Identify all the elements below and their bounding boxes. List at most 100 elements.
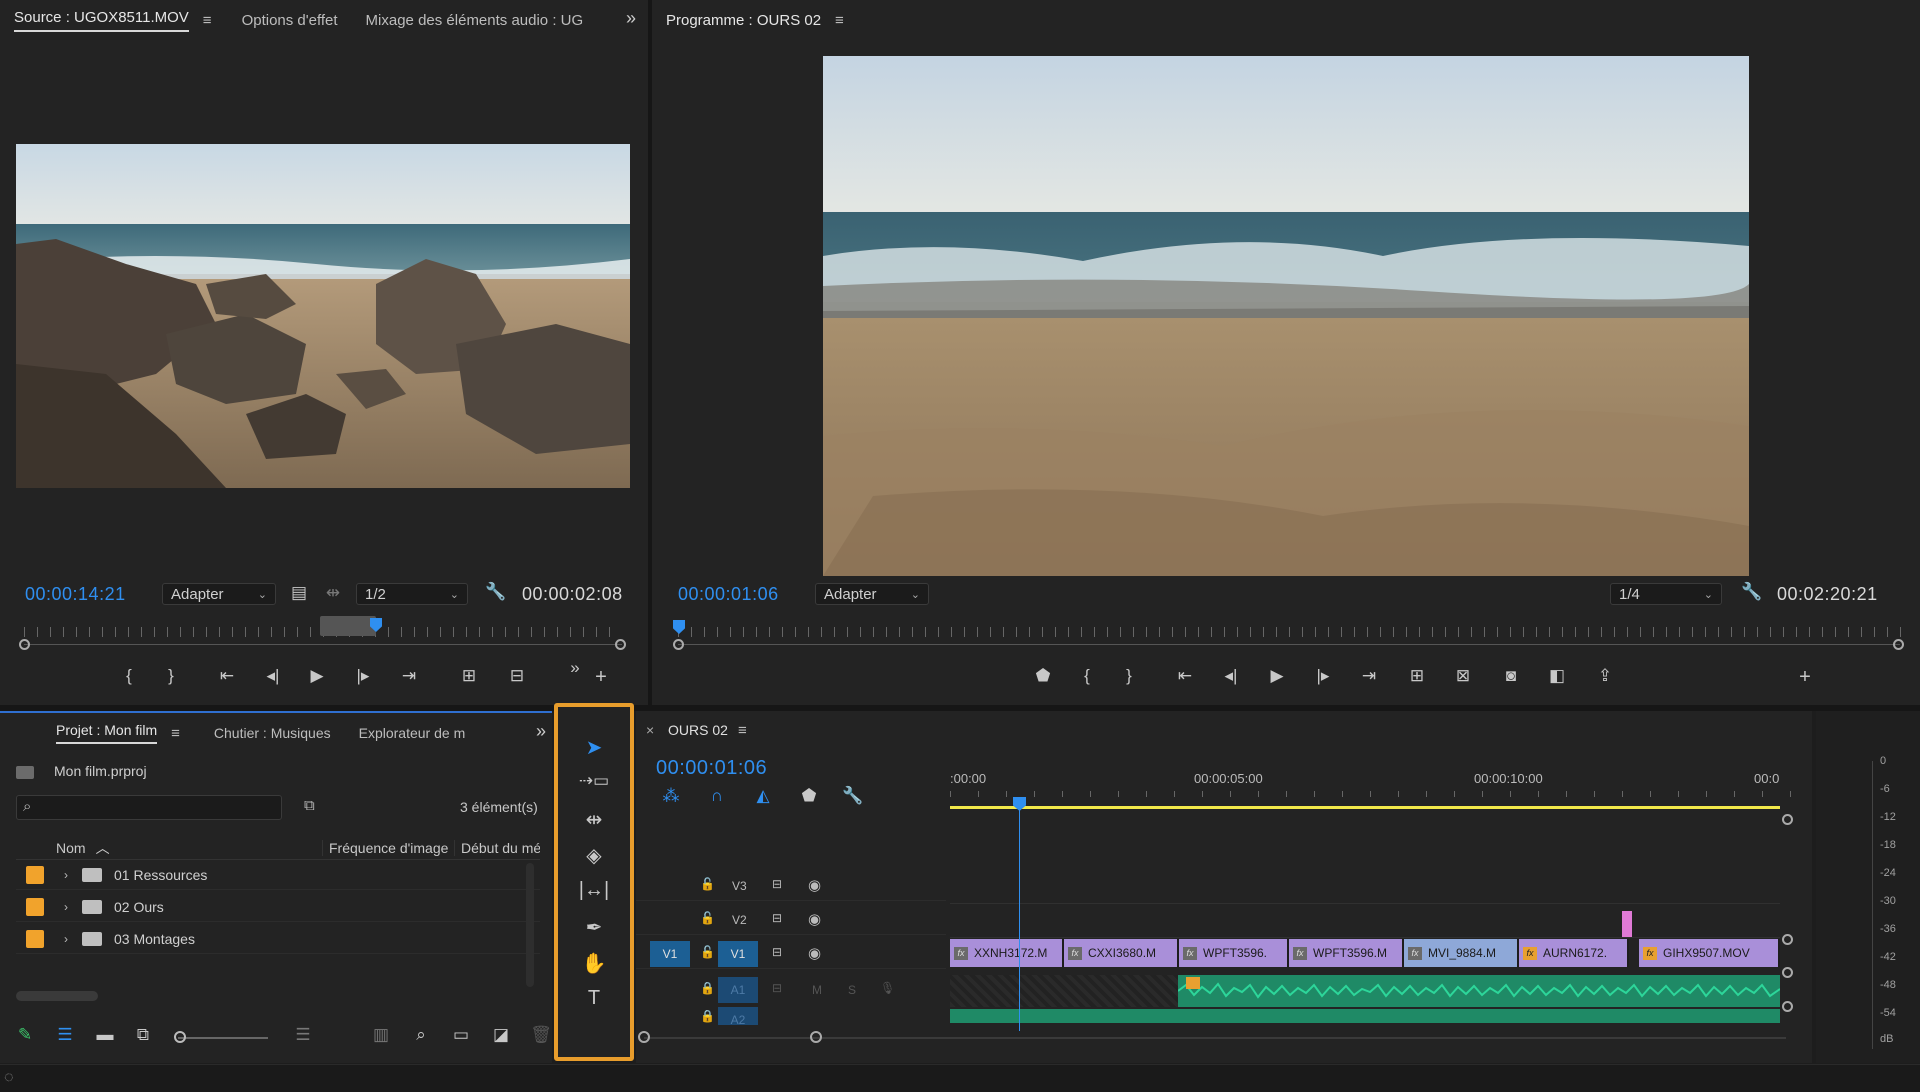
slip-tool-icon[interactable]: |↔| bbox=[564, 879, 624, 902]
mark-in-icon[interactable]: { bbox=[1076, 666, 1098, 686]
tab-bin-musiques[interactable]: Chutier : Musiques bbox=[214, 725, 331, 741]
overwrite-icon[interactable]: ⊟ bbox=[506, 666, 528, 686]
tab-media-browser[interactable]: Explorateur de m bbox=[359, 725, 466, 741]
clip-xxnh3172[interactable]: fx XXNH3172.M bbox=[950, 939, 1064, 967]
panel-overflow-icon[interactable]: » bbox=[626, 8, 636, 29]
sync-lock-icon[interactable]: ⊟ bbox=[772, 945, 782, 959]
sync-lock-icon[interactable]: ⊟ bbox=[772, 911, 782, 925]
add-marker-icon[interactable]: ⬟ bbox=[1032, 666, 1054, 686]
tab-audio-mixer[interactable]: Mixage des éléments audio : UG bbox=[366, 12, 584, 29]
go-to-in-icon[interactable]: ⇤ bbox=[216, 666, 238, 686]
timeline-menu-icon[interactable]: ≡ bbox=[738, 722, 747, 739]
lock-icon[interactable]: 🔓 bbox=[700, 945, 715, 959]
track-label-a1[interactable]: A1 bbox=[718, 977, 758, 1003]
track-label-v1[interactable]: V1 bbox=[718, 941, 758, 967]
source-panel-menu-icon[interactable]: ≡ bbox=[203, 12, 212, 29]
export-frame-camera-icon[interactable]: ◙ bbox=[1500, 666, 1522, 686]
program-panel-menu-icon[interactable]: ≡ bbox=[835, 12, 844, 29]
timeline-playhead-line[interactable] bbox=[1019, 803, 1020, 1031]
chevron-right-icon[interactable]: › bbox=[64, 932, 68, 946]
eye-icon[interactable]: ◉ bbox=[808, 944, 821, 962]
timeline-scroll-start-handle[interactable] bbox=[638, 1031, 650, 1043]
linked-selection-icon[interactable]: ◭ bbox=[752, 786, 774, 806]
step-back-icon[interactable]: ◂| bbox=[262, 666, 284, 686]
project-panel-menu-icon[interactable]: ≡ bbox=[171, 725, 180, 742]
vertical-zoom-handle[interactable] bbox=[1782, 934, 1793, 945]
clip-aurn6172[interactable]: fx AURN6172. bbox=[1519, 939, 1629, 967]
add-button-icon[interactable]: + bbox=[590, 666, 612, 689]
project-horizontal-scrollbar[interactable] bbox=[16, 991, 98, 1001]
solo-button[interactable]: S bbox=[848, 983, 856, 997]
source-in-out-range[interactable] bbox=[320, 616, 376, 636]
program-fit-dropdown[interactable]: Adapter ⌄ bbox=[815, 583, 929, 605]
program-settings-wrench-icon[interactable]: 🔧 bbox=[1741, 582, 1763, 602]
mark-out-icon[interactable]: } bbox=[1118, 666, 1140, 686]
mark-in-icon[interactable]: { bbox=[118, 666, 140, 686]
zoom-slider-handle[interactable] bbox=[174, 1031, 186, 1043]
lift-icon[interactable]: ⊞ bbox=[1406, 666, 1428, 686]
v2-marker-clip[interactable] bbox=[1622, 911, 1632, 937]
track-label-v3[interactable]: V3 bbox=[732, 879, 747, 893]
clip-wpft3596-b[interactable]: fx WPFT3596.M bbox=[1289, 939, 1404, 967]
snap-magnet-icon[interactable]: ∩ bbox=[706, 786, 728, 806]
lock-icon[interactable]: 🔒 bbox=[700, 1009, 715, 1023]
timeline-timecode[interactable]: 00:00:01:06 bbox=[656, 757, 767, 780]
source-zoom-end-handle[interactable] bbox=[615, 639, 626, 650]
new-bin-icon[interactable]: ▭ bbox=[450, 1025, 472, 1045]
timeline-settings-wrench-icon[interactable]: 🔧 bbox=[842, 786, 864, 806]
tab-project[interactable]: Projet : Mon film bbox=[56, 722, 158, 744]
tab-program[interactable]: Programme : OURS 02 bbox=[666, 12, 821, 29]
label-color-swatch[interactable] bbox=[26, 897, 44, 916]
new-search-bin-icon[interactable]: ⧉ bbox=[304, 797, 315, 814]
clip-mvi9884[interactable]: fx MVI_9884.M bbox=[1404, 939, 1519, 967]
eye-icon[interactable]: ◉ bbox=[808, 876, 821, 894]
automate-to-sequence-icon[interactable]: ▥ bbox=[370, 1025, 392, 1045]
sync-lock-icon[interactable]: ⊟ bbox=[772, 877, 782, 891]
source-resolution-dropdown[interactable]: 1/2 ⌄ bbox=[356, 583, 468, 605]
razor-tool-icon[interactable]: ◈ bbox=[564, 843, 624, 868]
zoom-slider[interactable] bbox=[178, 1037, 268, 1039]
program-scrub-track[interactable] bbox=[678, 644, 1900, 645]
tab-source[interactable]: Source : UGOX8511.MOV bbox=[14, 9, 189, 32]
vertical-zoom-handle[interactable] bbox=[1782, 1001, 1793, 1012]
audio-clip-a2[interactable] bbox=[950, 1009, 1780, 1023]
go-to-out-icon[interactable]: ⇥ bbox=[1358, 666, 1380, 686]
track-label-v2[interactable]: V2 bbox=[732, 913, 747, 927]
list-item[interactable]: › 01 Ressources bbox=[16, 860, 540, 890]
play-icon[interactable]: ▶ bbox=[306, 666, 328, 686]
mark-out-icon[interactable]: } bbox=[160, 666, 182, 686]
comparison-view-icon[interactable]: ◧ bbox=[1546, 666, 1568, 686]
label-color-swatch[interactable] bbox=[26, 865, 44, 884]
go-to-out-icon[interactable]: ⇥ bbox=[398, 666, 420, 686]
selection-tool-icon[interactable]: ➤ bbox=[564, 735, 624, 760]
label-color-swatch[interactable] bbox=[26, 929, 44, 948]
safe-margins-icon[interactable]: ▤ bbox=[288, 583, 310, 603]
add-button-icon[interactable]: + bbox=[1794, 666, 1816, 689]
audio-clip-a1[interactable] bbox=[1177, 975, 1781, 1007]
insert-nest-icon[interactable]: ⁂ bbox=[660, 786, 682, 806]
program-zoom-end-handle[interactable] bbox=[1893, 639, 1904, 650]
timeline-ruler-ticks[interactable] bbox=[950, 791, 1816, 797]
tab-effect-options[interactable]: Options d'effet bbox=[242, 12, 338, 29]
sync-lock-icon[interactable]: ⊟ bbox=[772, 981, 782, 995]
lock-icon[interactable]: 🔓 bbox=[700, 911, 715, 925]
source-settings-wrench-icon[interactable]: 🔧 bbox=[485, 582, 507, 602]
timeline-scroll-end-handle[interactable] bbox=[810, 1031, 822, 1043]
add-marker-icon[interactable]: ⬟ bbox=[798, 786, 820, 806]
close-sequence-icon[interactable]: × bbox=[646, 722, 654, 738]
step-forward-icon[interactable]: |▸ bbox=[352, 666, 374, 686]
icon-view-icon[interactable]: ▬ bbox=[94, 1025, 116, 1045]
column-name[interactable]: Nom bbox=[56, 840, 86, 856]
vertical-zoom-handle[interactable] bbox=[1782, 967, 1793, 978]
track-area[interactable]: fx XXNH3172.M fx CXXI3680.M fx WPFT3596. fx… bbox=[950, 797, 1781, 1031]
vertical-zoom-handle[interactable] bbox=[1782, 814, 1793, 825]
project-search-input[interactable]: ⌕ bbox=[16, 795, 282, 820]
ripple-edit-tool-icon[interactable]: ⇹ bbox=[564, 807, 624, 832]
button-editor-overflow-icon[interactable]: » bbox=[564, 658, 586, 678]
chevron-right-icon[interactable]: › bbox=[64, 868, 68, 882]
pencil-icon[interactable]: ✎ bbox=[14, 1025, 36, 1045]
chevron-right-icon[interactable]: › bbox=[64, 900, 68, 914]
clip-gihx9507[interactable]: fx GIHX9507.MOV bbox=[1639, 939, 1780, 967]
track-label-a2[interactable]: A2 bbox=[718, 1007, 758, 1025]
background-tasks-icon[interactable]: ◌ bbox=[4, 1069, 14, 1087]
